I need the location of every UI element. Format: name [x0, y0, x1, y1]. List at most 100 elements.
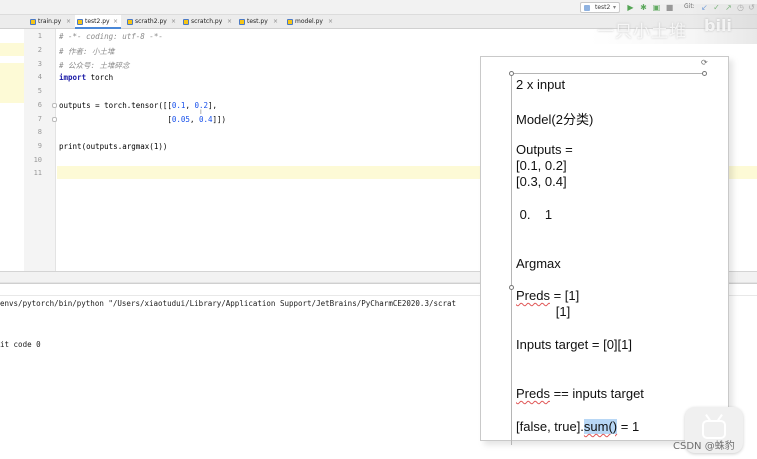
coverage-icon[interactable]: ▣	[652, 3, 661, 12]
close-icon[interactable]: ×	[66, 15, 71, 29]
line-number: 11	[33, 169, 42, 177]
run-config-label: test2	[595, 4, 611, 11]
tab-label: train.py	[38, 18, 62, 25]
code-token: ,	[189, 115, 199, 124]
main-toolbar: test2 ▾ ▶ ✱ ▣ ■ Git: ↙ ✓ ↗ ◷ ↺	[0, 0, 757, 15]
row-highlight	[0, 43, 24, 56]
line-number: 6	[37, 101, 42, 109]
close-icon[interactable]: ×	[227, 15, 232, 29]
project-pane-edge	[0, 29, 24, 271]
number-literal: 0.05	[171, 115, 190, 124]
python-file-icon	[30, 19, 36, 25]
tab-label: test.py	[247, 18, 268, 25]
line-number: 8	[37, 128, 42, 136]
watermark-text: 一只小土堆	[597, 22, 687, 42]
note-line: Inputs target = [0][1]	[516, 337, 632, 352]
close-icon[interactable]: ×	[171, 15, 176, 29]
resize-handle-icon[interactable]	[509, 285, 514, 290]
run-config-selector[interactable]: test2 ▾	[580, 2, 620, 13]
code-line-4: import torch	[59, 73, 113, 82]
close-icon[interactable]: ×	[113, 15, 118, 29]
code-token: torch	[86, 73, 114, 82]
spellcheck-word: Preds	[516, 386, 550, 401]
resize-handle-icon[interactable]	[509, 71, 514, 76]
code-token: ]])	[212, 115, 227, 124]
note-line: Model(2分类)	[516, 112, 594, 127]
git-label: Git:	[684, 3, 695, 10]
line-number-gutter[interactable]: 1 2 3 4 5 6 7 8 9 10 11	[24, 29, 57, 271]
number-literal: 0.4	[198, 115, 213, 124]
tab-label: test2.py	[85, 18, 110, 25]
console-command-line: envs/pytorch/bin/python "/Users/xiaotudu…	[0, 299, 457, 308]
note-line: [0.1, 0.2]	[516, 158, 567, 173]
chevron-down-icon: ▾	[612, 4, 616, 11]
code-line-2: # 作者: 小土堆	[59, 47, 115, 56]
text-cursor-icon: I	[200, 109, 202, 116]
console-exit-line: it code 0	[0, 340, 41, 349]
git-update-icon[interactable]: ↙	[700, 3, 709, 12]
git-commit-icon[interactable]: ✓	[712, 3, 721, 12]
note-line: 2 x input	[516, 77, 566, 92]
line-number: 2	[37, 46, 42, 54]
line-number: 9	[37, 142, 42, 150]
tab-label: model.py	[295, 18, 323, 25]
note-line: Argmax	[516, 256, 561, 271]
code-line-3: # 公众号: 土堆碎念	[59, 61, 130, 70]
watermark-logo: bili	[704, 16, 732, 35]
note-line: Preds == inputs target	[516, 386, 644, 401]
tab-scrath2-py[interactable]: scrath2.py ×	[125, 15, 179, 29]
python-file-icon	[77, 19, 83, 25]
rollback-icon[interactable]: ↺	[747, 3, 756, 12]
line-number: 7	[37, 115, 42, 123]
tab-test2-py[interactable]: test2.py ×	[75, 15, 121, 29]
note-text: = [1]	[549, 288, 580, 303]
note-line: Outputs =	[516, 142, 573, 157]
notes-panel[interactable]: ⟳ 2 x input Model(2分类) Outputs = [0.1, 0…	[480, 56, 729, 445]
note-line: [false, true].sum() = 1	[516, 419, 639, 434]
line-number: 4	[37, 73, 42, 81]
note-line: Preds = [1]	[516, 288, 579, 303]
history-icon[interactable]: ◷	[736, 3, 745, 12]
spellcheck-word: Preds	[516, 288, 550, 303]
line-number: 3	[37, 60, 42, 68]
code-token: outputs = torch.tensor([[	[59, 101, 172, 110]
line-number: 1	[37, 32, 42, 40]
note-line: [0.3, 0.4]	[516, 174, 567, 189]
code-line-7: [0.05, 0.4]])	[59, 115, 226, 124]
code-line-1: # -*- coding: utf-8 -*-	[59, 32, 163, 41]
git-push-icon[interactable]: ↗	[724, 3, 733, 12]
line-number: 5	[37, 87, 42, 95]
line-number: 10	[33, 156, 42, 164]
number-literal: 0.1	[171, 101, 186, 110]
tab-model-py[interactable]: model.py ×	[285, 15, 337, 29]
debug-icon[interactable]: ✱	[639, 3, 648, 12]
resize-handle-icon[interactable]	[702, 71, 707, 76]
note-text: [false, true].	[516, 419, 584, 434]
python-file-icon	[127, 19, 133, 25]
code-token: [	[59, 115, 172, 124]
rotate-handle-icon[interactable]: ⟳	[701, 58, 708, 67]
stop-icon[interactable]: ■	[665, 3, 674, 12]
code-token: ],	[208, 101, 218, 110]
selected-word: sum()	[583, 419, 618, 434]
keyword: import	[59, 73, 87, 82]
tab-scratch-py[interactable]: scratch.py ×	[181, 15, 235, 29]
note-line: [1]	[516, 304, 571, 319]
row-highlight	[0, 63, 24, 103]
tab-label: scrath2.py	[135, 18, 167, 25]
python-config-icon	[584, 5, 590, 11]
close-icon[interactable]: ×	[328, 15, 333, 29]
tab-test-py[interactable]: test.py ×	[237, 15, 282, 29]
note-text: == inputs target	[549, 386, 644, 401]
note-line: 0. 1	[516, 207, 553, 222]
python-file-icon	[239, 19, 245, 25]
code-line-9: print(outputs.argmax(1))	[59, 142, 168, 151]
run-icon[interactable]: ▶	[626, 3, 635, 12]
credit-watermark: CSDN @蛛豹	[673, 441, 735, 452]
note-text: = 1	[617, 419, 640, 434]
python-file-icon	[183, 19, 189, 25]
close-icon[interactable]: ×	[273, 15, 278, 29]
tab-label: scratch.py	[191, 18, 223, 25]
tab-train-py[interactable]: train.py ×	[28, 15, 75, 29]
python-file-icon	[287, 19, 293, 25]
